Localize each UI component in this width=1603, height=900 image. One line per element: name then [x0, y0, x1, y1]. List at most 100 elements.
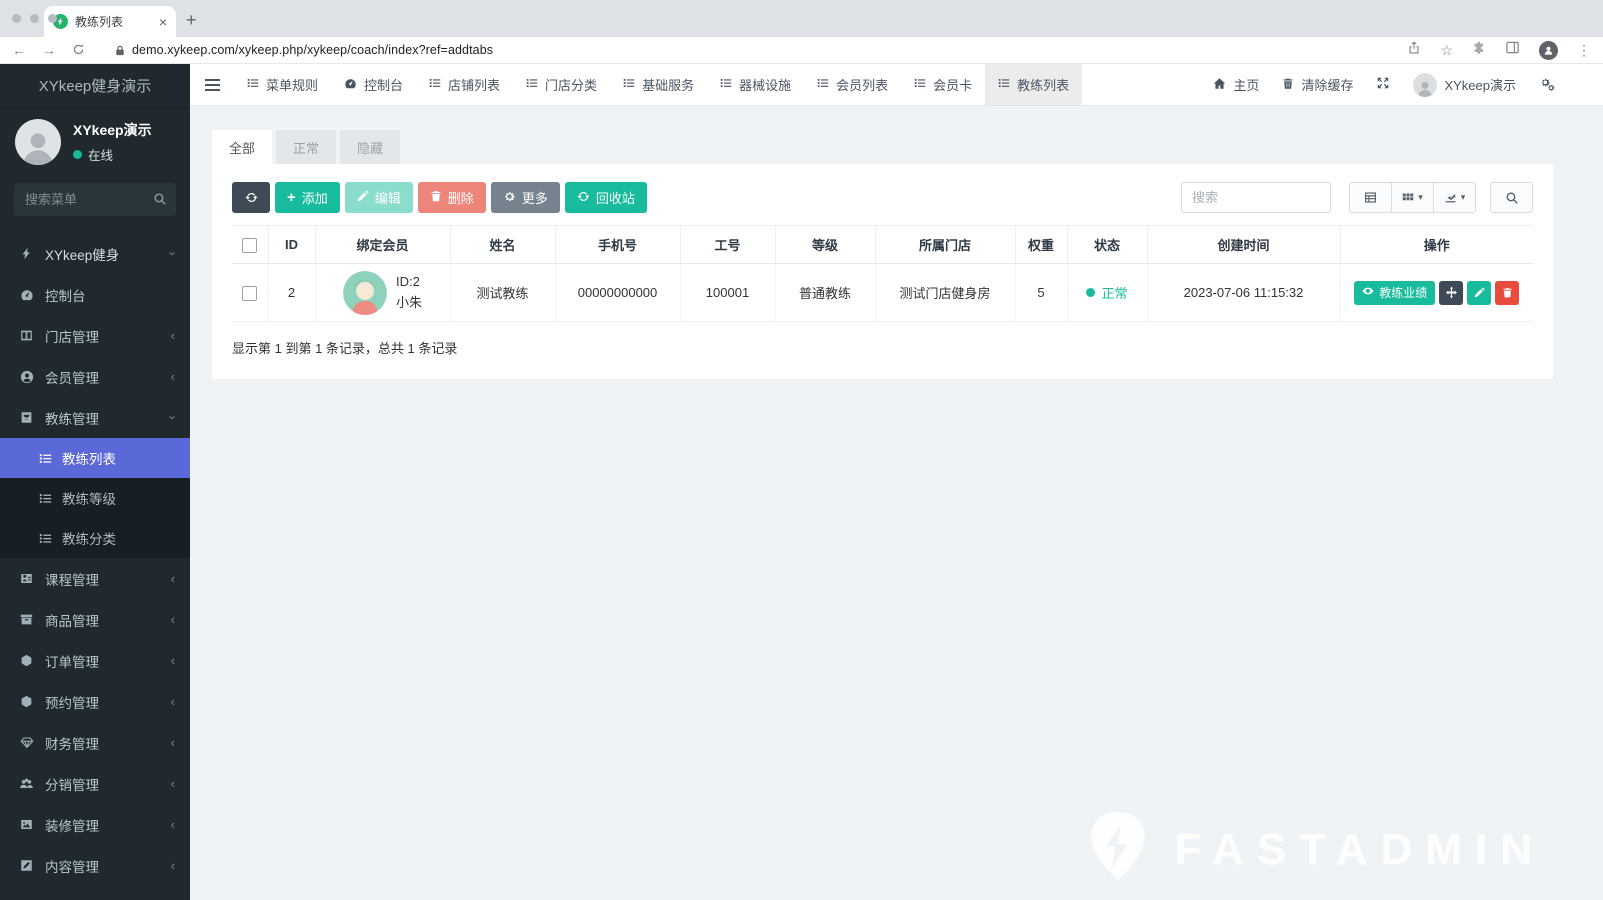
hexagon-icon — [19, 654, 34, 667]
tab-close-icon[interactable]: × — [159, 15, 167, 29]
chevron-left-icon: ‹ — [170, 612, 175, 627]
sidebar-item-console[interactable]: 控制台 — [0, 274, 190, 315]
coach-badge-icon — [19, 411, 34, 424]
side-panel-icon[interactable] — [1505, 40, 1520, 60]
clear-cache-link[interactable]: 清除缓存 — [1282, 75, 1353, 94]
add-label: 添加 — [301, 191, 328, 206]
new-tab-button[interactable]: + — [186, 10, 197, 31]
topnav-tab-basic-services[interactable]: 基础服务 — [610, 64, 707, 105]
list-icon — [720, 77, 732, 92]
url-bar[interactable]: demo.xykeep.com/xykeep.php/xykeep/coach/… — [132, 43, 493, 57]
row-delete-button[interactable] — [1495, 280, 1520, 305]
fullscreen-button[interactable] — [1376, 76, 1390, 93]
table-search-input[interactable] — [1181, 182, 1331, 213]
add-button[interactable]: + 添加 — [275, 182, 340, 213]
brand-title: XYkeep健身演示 — [0, 64, 190, 108]
topnav-tab-member-card[interactable]: 会员卡 — [901, 64, 985, 105]
row-edit-button[interactable] — [1467, 280, 1492, 305]
home-icon — [1213, 77, 1226, 93]
member-id: ID:2 — [395, 274, 420, 290]
sidebar-item-member-mgmt[interactable]: 会员管理 ‹ — [0, 356, 190, 397]
sidebar-item-label: 商品管理 — [45, 613, 99, 629]
user-status: 在线 — [73, 145, 152, 164]
sidebar-item-store-mgmt[interactable]: 门店管理 ‹ — [0, 315, 190, 356]
topbar-user[interactable]: XYkeep演示 — [1413, 72, 1516, 97]
records-summary: 显示第 1 到第 1 条记录，总共 1 条记录 — [232, 341, 458, 356]
toggle-view-button[interactable] — [1349, 182, 1392, 213]
sidebar-item-label: 订单管理 — [45, 654, 99, 670]
filter-tab-hidden[interactable]: 隐藏 — [340, 130, 401, 164]
sidebar-item-goods-mgmt[interactable]: 商品管理 ‹ — [0, 599, 190, 640]
sidebar-item-distribution-mgmt[interactable]: 分销管理 ‹ — [0, 763, 190, 804]
window-close-button[interactable] — [12, 14, 21, 23]
filter-tab-normal[interactable]: 正常 — [276, 130, 337, 164]
settings-cogs-icon[interactable] — [1539, 78, 1555, 92]
extensions-icon[interactable] — [1472, 41, 1486, 60]
reload-icon[interactable] — [72, 43, 85, 58]
topnav-tab-store-list[interactable]: 店铺列表 — [416, 64, 513, 105]
sidebar-subitem-coach-list[interactable]: 教练列表 — [0, 438, 190, 478]
more-button[interactable]: 更多 — [490, 182, 560, 213]
member-avatar — [342, 270, 387, 315]
topnav-tab-label: 会员列表 — [836, 78, 889, 93]
topnav-tab-console[interactable]: 控制台 — [331, 64, 416, 105]
recycle-bin-button[interactable]: 回收站 — [564, 182, 647, 213]
trash-icon — [1282, 77, 1294, 93]
sidebar-subitem-label: 教练等级 — [62, 492, 116, 507]
browser-profile-icon[interactable] — [1539, 40, 1558, 60]
share-icon[interactable] — [1407, 41, 1421, 60]
topnav-tab-store-category[interactable]: 门店分类 — [513, 64, 610, 105]
export-dropdown-button[interactable]: ▾ — [1433, 182, 1476, 213]
plus-icon: + — [287, 189, 296, 206]
topnav-tab-member-list[interactable]: 会员列表 — [804, 64, 901, 105]
columns-dropdown-button[interactable]: ▾ — [1391, 182, 1434, 213]
sidebar-item-content-mgmt[interactable]: 内容管理 ‹ — [0, 845, 190, 886]
user-avatar — [15, 119, 61, 165]
gem-icon — [19, 736, 34, 749]
coach-table: ID 绑定会员 姓名 手机号 工号 等级 所属门店 权重 状态 创建时间 操作 — [232, 225, 1533, 322]
edit-button[interactable]: 编辑 — [344, 182, 413, 213]
coach-performance-button[interactable]: 教练业绩 — [1354, 280, 1436, 305]
filter-tab-all[interactable]: 全部 — [212, 130, 273, 164]
sidebar-subitem-coach-level[interactable]: 教练等级 — [0, 478, 190, 518]
window-minimize-button[interactable] — [30, 14, 39, 23]
lock-icon[interactable] — [115, 44, 125, 57]
sidebar-subitem-coach-category[interactable]: 教练分类 — [0, 518, 190, 558]
sidebar-item-finance-mgmt[interactable]: 财务管理 ‹ — [0, 722, 190, 763]
row-checkbox[interactable] — [242, 285, 258, 301]
sidebar-item-coach-mgmt[interactable]: 教练管理 › — [0, 397, 190, 438]
topnav-tab-coach-list[interactable]: 教练列表 — [985, 64, 1083, 105]
sidebar-item-xykeep[interactable]: XYkeep健身 › — [0, 233, 190, 274]
topnav-tab-equipment[interactable]: 器械设施 — [707, 64, 804, 105]
topbar-avatar — [1413, 72, 1438, 97]
fastadmin-watermark: FASTADMIN — [1085, 811, 1545, 888]
browser-tab[interactable]: 教练列表 × — [44, 6, 176, 37]
drag-sort-button[interactable] — [1439, 280, 1464, 305]
topnav-tab-menu-rules[interactable]: 菜单规则 — [234, 64, 331, 105]
home-label: 主页 — [1233, 78, 1260, 93]
bookmark-star-icon[interactable]: ☆ — [1440, 43, 1453, 57]
col-store: 所属门店 — [874, 225, 1015, 264]
sidebar-item-order-mgmt[interactable]: 订单管理 ‹ — [0, 640, 190, 681]
sidebar-item-course-mgmt[interactable]: 课程管理 ‹ — [0, 558, 190, 599]
search-submit-button[interactable] — [1490, 182, 1533, 213]
select-all-checkbox[interactable] — [242, 237, 258, 253]
status-label: 正常 — [1101, 286, 1128, 301]
topnav-tab-label: 菜单规则 — [266, 78, 319, 93]
delete-button[interactable]: 删除 — [417, 182, 486, 213]
users-icon — [19, 777, 34, 790]
browser-menu-icon[interactable]: ⋮ — [1577, 43, 1591, 57]
menu-search-input[interactable] — [14, 183, 176, 216]
forward-icon[interactable]: → — [42, 43, 56, 57]
sidebar-item-decoration-mgmt[interactable]: 装修管理 ‹ — [0, 804, 190, 845]
back-icon[interactable]: ← — [12, 43, 26, 57]
chevron-down-icon: › — [165, 251, 181, 256]
refresh-button[interactable] — [232, 182, 270, 213]
sidebar-subitem-label: 教练分类 — [62, 532, 116, 547]
sidebar-toggle-button[interactable] — [190, 64, 234, 105]
sidebar-item-booking-mgmt[interactable]: 预约管理 ‹ — [0, 681, 190, 722]
browser-toolbar-right: ☆ ⋮ — [1407, 40, 1591, 60]
window-maximize-button[interactable] — [48, 14, 57, 23]
image-icon — [19, 818, 34, 831]
home-link[interactable]: 主页 — [1213, 75, 1259, 94]
